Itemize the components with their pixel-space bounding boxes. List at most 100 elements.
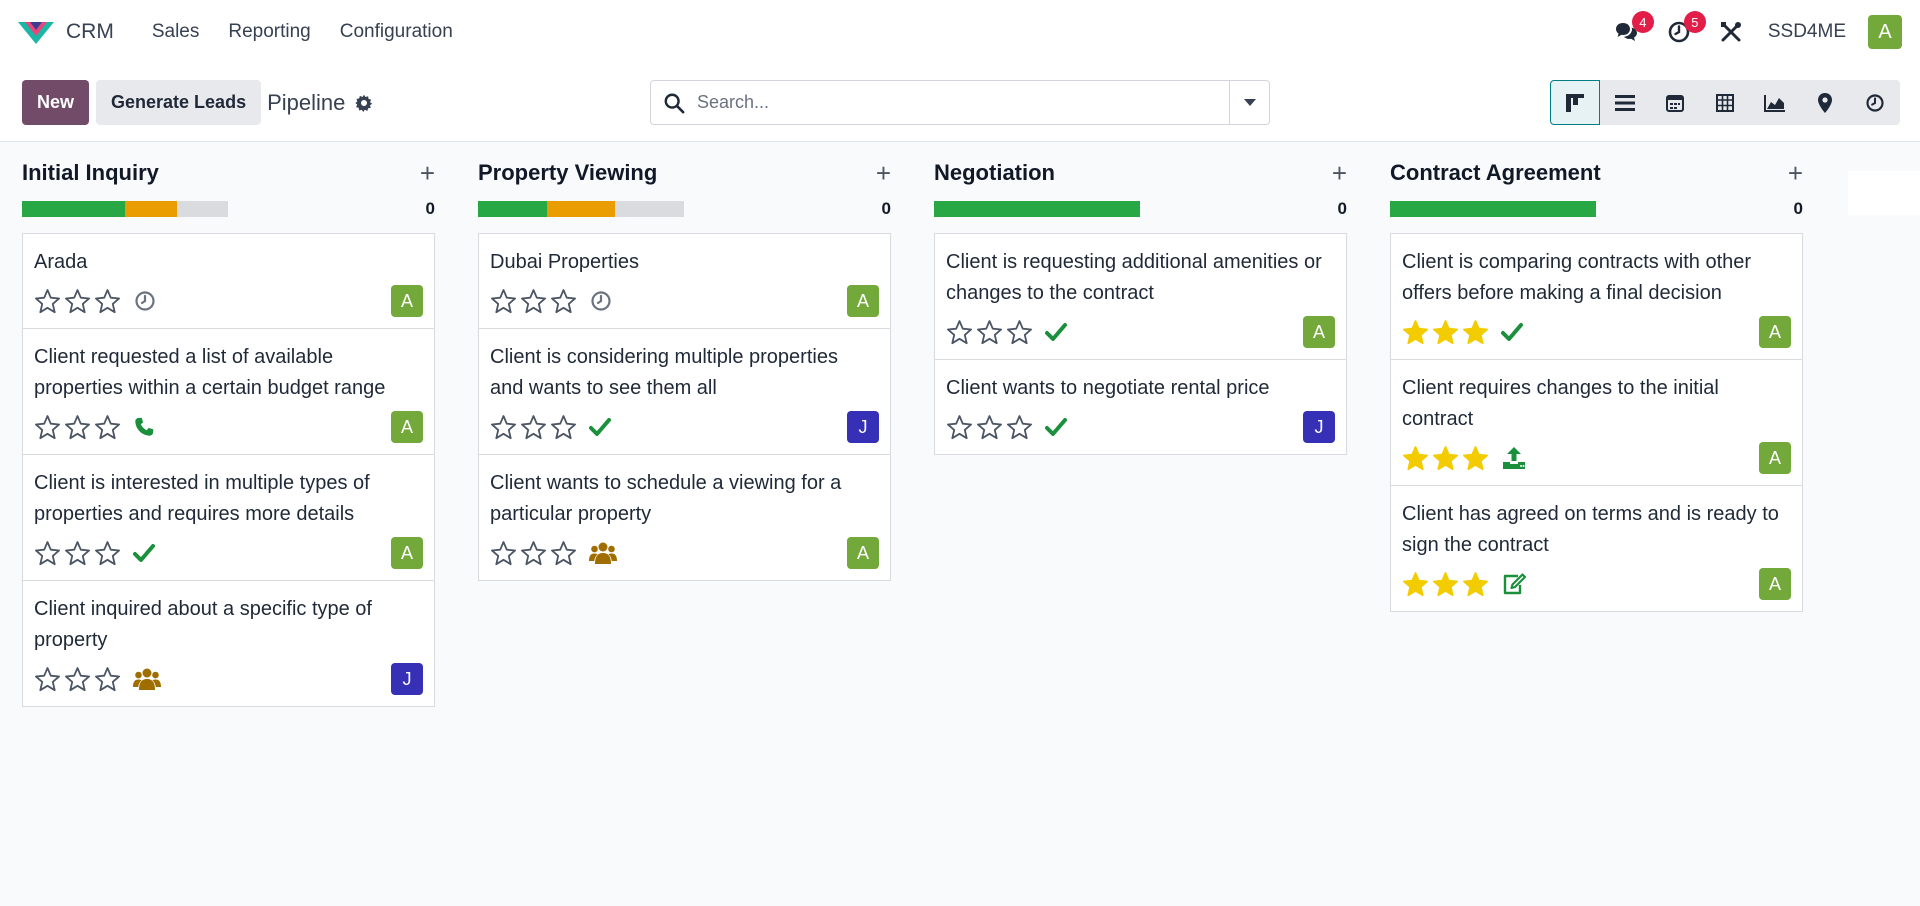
star-filled-icon[interactable]: [1432, 445, 1459, 472]
check-activity-icon[interactable]: [1045, 322, 1067, 342]
clock-activity-icon[interactable]: [133, 289, 157, 313]
salesperson-avatar[interactable]: A: [391, 537, 423, 569]
salesperson-avatar[interactable]: A: [1759, 568, 1791, 600]
salesperson-avatar[interactable]: A: [847, 537, 879, 569]
upload-activity-icon[interactable]: [1501, 445, 1527, 471]
new-button[interactable]: New: [22, 80, 90, 125]
debug-tools-button[interactable]: [1716, 17, 1746, 47]
star-empty-icon[interactable]: [550, 288, 577, 315]
star-empty-icon[interactable]: [520, 288, 547, 315]
check-activity-icon[interactable]: [133, 543, 155, 563]
star-empty-icon[interactable]: [94, 666, 121, 693]
star-filled-icon[interactable]: [1462, 319, 1489, 346]
star-filled-icon[interactable]: [1462, 571, 1489, 598]
star-empty-icon[interactable]: [976, 319, 1003, 346]
view-kanban-button[interactable]: [1550, 80, 1600, 125]
messages-button[interactable]: 4: [1612, 11, 1654, 47]
star-empty-icon[interactable]: [64, 540, 91, 567]
star-filled-icon[interactable]: [1402, 319, 1429, 346]
lead-card[interactable]: Arada A: [22, 233, 435, 329]
lead-card[interactable]: Client is considering multiple propertie…: [478, 328, 891, 455]
phone-activity-icon[interactable]: [133, 416, 155, 438]
column-progress-bar[interactable]: [22, 201, 228, 217]
salesperson-avatar[interactable]: A: [847, 285, 879, 317]
star-filled-icon[interactable]: [1402, 571, 1429, 598]
star-empty-icon[interactable]: [946, 319, 973, 346]
user-avatar[interactable]: A: [1868, 15, 1902, 49]
column-title[interactable]: Property Viewing: [478, 160, 657, 186]
generate-leads-button[interactable]: Generate Leads: [96, 80, 262, 125]
star-filled-icon[interactable]: [1432, 571, 1459, 598]
quick-create-plus-icon[interactable]: +: [876, 160, 891, 186]
users-activity-icon[interactable]: [133, 667, 161, 691]
lead-card[interactable]: Client wants to schedule a viewing for a…: [478, 454, 891, 581]
progress-segment-green[interactable]: [934, 201, 1140, 217]
star-empty-icon[interactable]: [946, 414, 973, 441]
star-empty-icon[interactable]: [34, 288, 61, 315]
star-empty-icon[interactable]: [520, 414, 547, 441]
app-brand[interactable]: CRM: [18, 19, 114, 45]
lead-card[interactable]: Dubai Properties A: [478, 233, 891, 329]
salesperson-avatar[interactable]: A: [1303, 316, 1335, 348]
progress-segment-green[interactable]: [1390, 201, 1596, 217]
star-empty-icon[interactable]: [94, 540, 121, 567]
column-title[interactable]: Negotiation: [934, 160, 1055, 186]
star-empty-icon[interactable]: [1006, 414, 1033, 441]
menu-sales[interactable]: Sales: [152, 21, 200, 43]
crm-logo-icon[interactable]: [18, 19, 54, 45]
lead-card[interactable]: Client requires changes to the initial c…: [1390, 359, 1803, 486]
add-column-placeholder[interactable]: [1848, 171, 1920, 215]
column-progress-bar[interactable]: [1390, 201, 1596, 217]
salesperson-avatar[interactable]: A: [1759, 442, 1791, 474]
salesperson-avatar[interactable]: J: [1303, 411, 1335, 443]
lead-card[interactable]: Client requested a list of available pro…: [22, 328, 435, 455]
star-empty-icon[interactable]: [34, 540, 61, 567]
column-title[interactable]: Contract Agreement: [1390, 160, 1601, 186]
lead-card[interactable]: Client is comparing contracts with other…: [1390, 233, 1803, 360]
progress-segment-green[interactable]: [22, 201, 125, 217]
activities-button[interactable]: 5: [1664, 11, 1706, 47]
company-switcher[interactable]: SSD4ME: [1768, 21, 1846, 43]
view-activity-button[interactable]: [1850, 80, 1900, 125]
star-empty-icon[interactable]: [94, 288, 121, 315]
star-empty-icon[interactable]: [64, 288, 91, 315]
check-activity-icon[interactable]: [589, 417, 611, 437]
lead-card[interactable]: Client is requesting additional amenitie…: [934, 233, 1347, 360]
column-progress-bar[interactable]: [478, 201, 684, 217]
view-calendar-button[interactable]: [1650, 80, 1700, 125]
star-empty-icon[interactable]: [64, 666, 91, 693]
salesperson-avatar[interactable]: A: [391, 411, 423, 443]
users-activity-icon[interactable]: [589, 541, 617, 565]
star-empty-icon[interactable]: [976, 414, 1003, 441]
star-empty-icon[interactable]: [550, 414, 577, 441]
progress-segment-green[interactable]: [478, 201, 547, 217]
app-name[interactable]: CRM: [66, 20, 114, 44]
lead-card[interactable]: Client has agreed on terms and is ready …: [1390, 485, 1803, 612]
lead-card[interactable]: Client is interested in multiple types o…: [22, 454, 435, 581]
salesperson-avatar[interactable]: J: [391, 663, 423, 695]
salesperson-avatar[interactable]: A: [391, 285, 423, 317]
salesperson-avatar[interactable]: A: [1759, 316, 1791, 348]
star-empty-icon[interactable]: [550, 540, 577, 567]
star-filled-icon[interactable]: [1462, 445, 1489, 472]
edit-activity-icon[interactable]: [1501, 572, 1527, 596]
star-empty-icon[interactable]: [490, 540, 517, 567]
salesperson-avatar[interactable]: J: [847, 411, 879, 443]
star-empty-icon[interactable]: [94, 414, 121, 441]
quick-create-plus-icon[interactable]: +: [420, 160, 435, 186]
quick-create-plus-icon[interactable]: +: [1332, 160, 1347, 186]
lead-card[interactable]: Client inquired about a specific type of…: [22, 580, 435, 707]
view-graph-button[interactable]: [1750, 80, 1800, 125]
star-empty-icon[interactable]: [490, 288, 517, 315]
search-input[interactable]: [697, 92, 1229, 113]
star-empty-icon[interactable]: [520, 540, 547, 567]
clock-activity-icon[interactable]: [589, 289, 613, 313]
star-empty-icon[interactable]: [1006, 319, 1033, 346]
menu-configuration[interactable]: Configuration: [340, 21, 453, 43]
lead-card[interactable]: Client wants to negotiate rental price J: [934, 359, 1347, 455]
view-map-button[interactable]: [1800, 80, 1850, 125]
column-title[interactable]: Initial Inquiry: [22, 160, 159, 186]
star-empty-icon[interactable]: [34, 666, 61, 693]
gear-icon[interactable]: [355, 94, 373, 112]
column-progress-bar[interactable]: [934, 201, 1140, 217]
